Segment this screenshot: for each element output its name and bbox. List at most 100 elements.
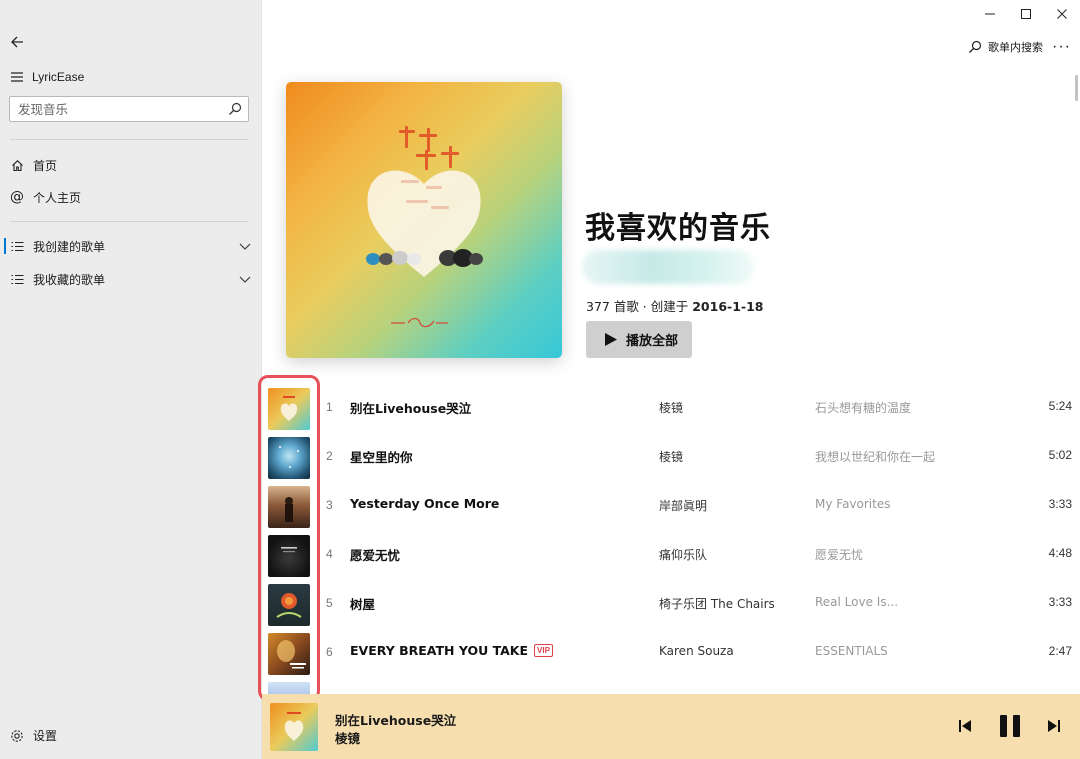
play-all-label: 播放全部 — [626, 334, 679, 349]
pause-icon — [1000, 715, 1020, 737]
divider — [10, 221, 248, 222]
track-artist[interactable]: 棱镜 — [659, 399, 683, 416]
nav-item-label: 我创建的歌单 — [33, 239, 106, 254]
track-thumbnail — [268, 682, 310, 694]
track-album[interactable]: 石头想有糖的温度 — [815, 399, 911, 416]
settings-label: 设置 — [33, 729, 58, 743]
nav-item-created-playlists[interactable]: 我创建的歌单 — [0, 234, 262, 258]
now-playing-thumbnail[interactable] — [270, 703, 318, 751]
track-album[interactable]: 愿爱无忧 — [815, 546, 863, 563]
now-playing-title[interactable]: 别在Livehouse哭泣 — [335, 710, 456, 729]
track-thumbnail-art — [276, 593, 302, 618]
now-playing-bar: 别在Livehouse哭泣 棱镜 — [262, 694, 1080, 759]
track-title[interactable]: 树屋 — [350, 594, 375, 613]
track-duration: 2:47 — [1048, 644, 1072, 658]
creator-name-blurred[interactable] — [582, 250, 754, 284]
chevron-down-icon[interactable] — [238, 272, 252, 286]
playlist-meta-prefix: 377 首歌 · 创建于 — [586, 299, 693, 314]
playlist-created-date: 2016-1-18 — [692, 299, 764, 314]
track-number: 2 — [326, 449, 333, 463]
more-options-button[interactable]: ··· — [1052, 38, 1071, 56]
home-icon — [10, 158, 24, 172]
track-duration: 5:24 — [1048, 399, 1072, 413]
nav-item-label: 首页 — [33, 158, 58, 173]
track-thumbnail-art — [277, 640, 306, 669]
search-input[interactable] — [10, 97, 210, 121]
track-title-text: 别在Livehouse哭泣 — [350, 401, 472, 416]
close-icon — [1057, 9, 1067, 19]
maximize-button[interactable] — [1008, 0, 1044, 28]
minimize-icon — [985, 13, 995, 15]
track-number: 5 — [326, 596, 333, 610]
track-thumbnail-art — [280, 396, 298, 421]
track-artist[interactable]: 棱镜 — [659, 448, 683, 465]
track-duration: 3:33 — [1048, 595, 1072, 609]
track-number: 3 — [326, 498, 333, 512]
track-artist[interactable]: 岸部眞明 — [659, 497, 707, 514]
track-album[interactable]: 我想以世纪和你在一起 — [815, 448, 935, 465]
previous-track-button[interactable] — [955, 714, 975, 738]
track-title[interactable]: 别在Livehouse哭泣 — [350, 398, 471, 417]
search-box[interactable] — [9, 96, 249, 122]
next-track-button[interactable] — [1044, 714, 1064, 738]
track-thumbnail — [268, 388, 310, 430]
chevron-down-icon[interactable] — [238, 239, 252, 253]
track-thumbnail — [268, 437, 310, 479]
track-row[interactable]: 5 树屋 椅子乐团 The Chairs Real Love Is... 3:3… — [262, 579, 1080, 628]
minimize-button[interactable] — [972, 0, 1008, 28]
track-row[interactable]: 4 愿爱无忧 痛仰乐队 愿爱无忧 4:48 — [262, 530, 1080, 579]
window-controls — [972, 0, 1080, 28]
skip-next-icon — [1048, 720, 1060, 732]
track-thumbnail — [268, 584, 310, 626]
playlist-search-button[interactable]: 歌单内搜索 — [968, 38, 1043, 56]
nav-item-profile[interactable]: @ 个人主页 — [0, 185, 262, 209]
track-album[interactable]: Real Love Is... — [815, 595, 898, 609]
playlist-meta: 377 首歌 · 创建于 2016-1-18 — [586, 296, 764, 315]
track-number: 4 — [326, 547, 333, 561]
track-row[interactable]: 1 别在Livehouse哭泣 棱镜 石头想有糖的温度 5:24 — [262, 383, 1080, 432]
vip-badge: VIP — [534, 644, 553, 657]
track-duration: 4:48 — [1048, 546, 1072, 560]
track-artist[interactable]: Karen Souza — [659, 644, 734, 658]
settings-button[interactable]: 设置 — [10, 727, 57, 744]
track-title[interactable]: EVERY BREATH YOU TAKE VIP — [350, 643, 553, 658]
play-icon — [605, 333, 617, 346]
track-row[interactable]: 2 星空里的你 棱镜 我想以世纪和你在一起 5:02 — [262, 432, 1080, 481]
nav-item-collected-playlists[interactable]: 我收藏的歌单 — [0, 267, 262, 291]
app-name: LyricEase — [32, 70, 85, 84]
track-artist[interactable]: 椅子乐团 The Chairs — [659, 595, 775, 612]
track-title-text: 愿爱无忧 — [350, 548, 401, 563]
hamburger-menu-icon[interactable] — [10, 71, 24, 83]
search-icon[interactable] — [228, 102, 242, 116]
track-row-partial[interactable] — [262, 677, 1080, 694]
track-thumbnail — [268, 535, 310, 577]
search-icon — [969, 40, 982, 53]
now-playing-artist[interactable]: 棱镜 — [335, 728, 360, 747]
track-duration: 5:02 — [1048, 448, 1072, 462]
track-thumbnail — [268, 633, 310, 675]
now-playing-art — [284, 712, 304, 741]
track-artist[interactable]: 痛仰乐队 — [659, 546, 707, 563]
list-icon — [10, 272, 24, 286]
playlist-search-label: 歌单内搜索 — [988, 41, 1043, 54]
back-button[interactable] — [8, 32, 28, 52]
track-row[interactable]: 3 Yesterday Once More 岸部眞明 My Favorites … — [262, 481, 1080, 530]
track-title-text: Yesterday Once More — [350, 496, 500, 511]
play-all-button[interactable]: 播放全部 — [586, 321, 692, 358]
playlist-title: 我喜欢的音乐 — [585, 211, 771, 246]
skip-previous-icon — [959, 720, 971, 732]
track-thumbnail-art — [279, 446, 299, 468]
app-title-row[interactable]: LyricEase — [10, 68, 84, 86]
track-title[interactable]: Yesterday Once More — [350, 496, 499, 511]
nav-item-home[interactable]: 首页 — [0, 153, 262, 177]
track-row[interactable]: 6 EVERY BREATH YOU TAKE VIP Karen Souza … — [262, 628, 1080, 677]
track-title[interactable]: 星空里的你 — [350, 447, 413, 466]
track-title[interactable]: 愿爱无忧 — [350, 545, 400, 564]
scrollbar[interactable] — [1075, 75, 1078, 101]
track-album[interactable]: My Favorites — [815, 497, 890, 511]
pause-button[interactable] — [996, 714, 1024, 738]
track-album[interactable]: ESSENTIALS — [815, 644, 888, 658]
nav-item-label: 我收藏的歌单 — [33, 272, 106, 287]
close-button[interactable] — [1044, 0, 1080, 28]
divider — [10, 139, 248, 140]
